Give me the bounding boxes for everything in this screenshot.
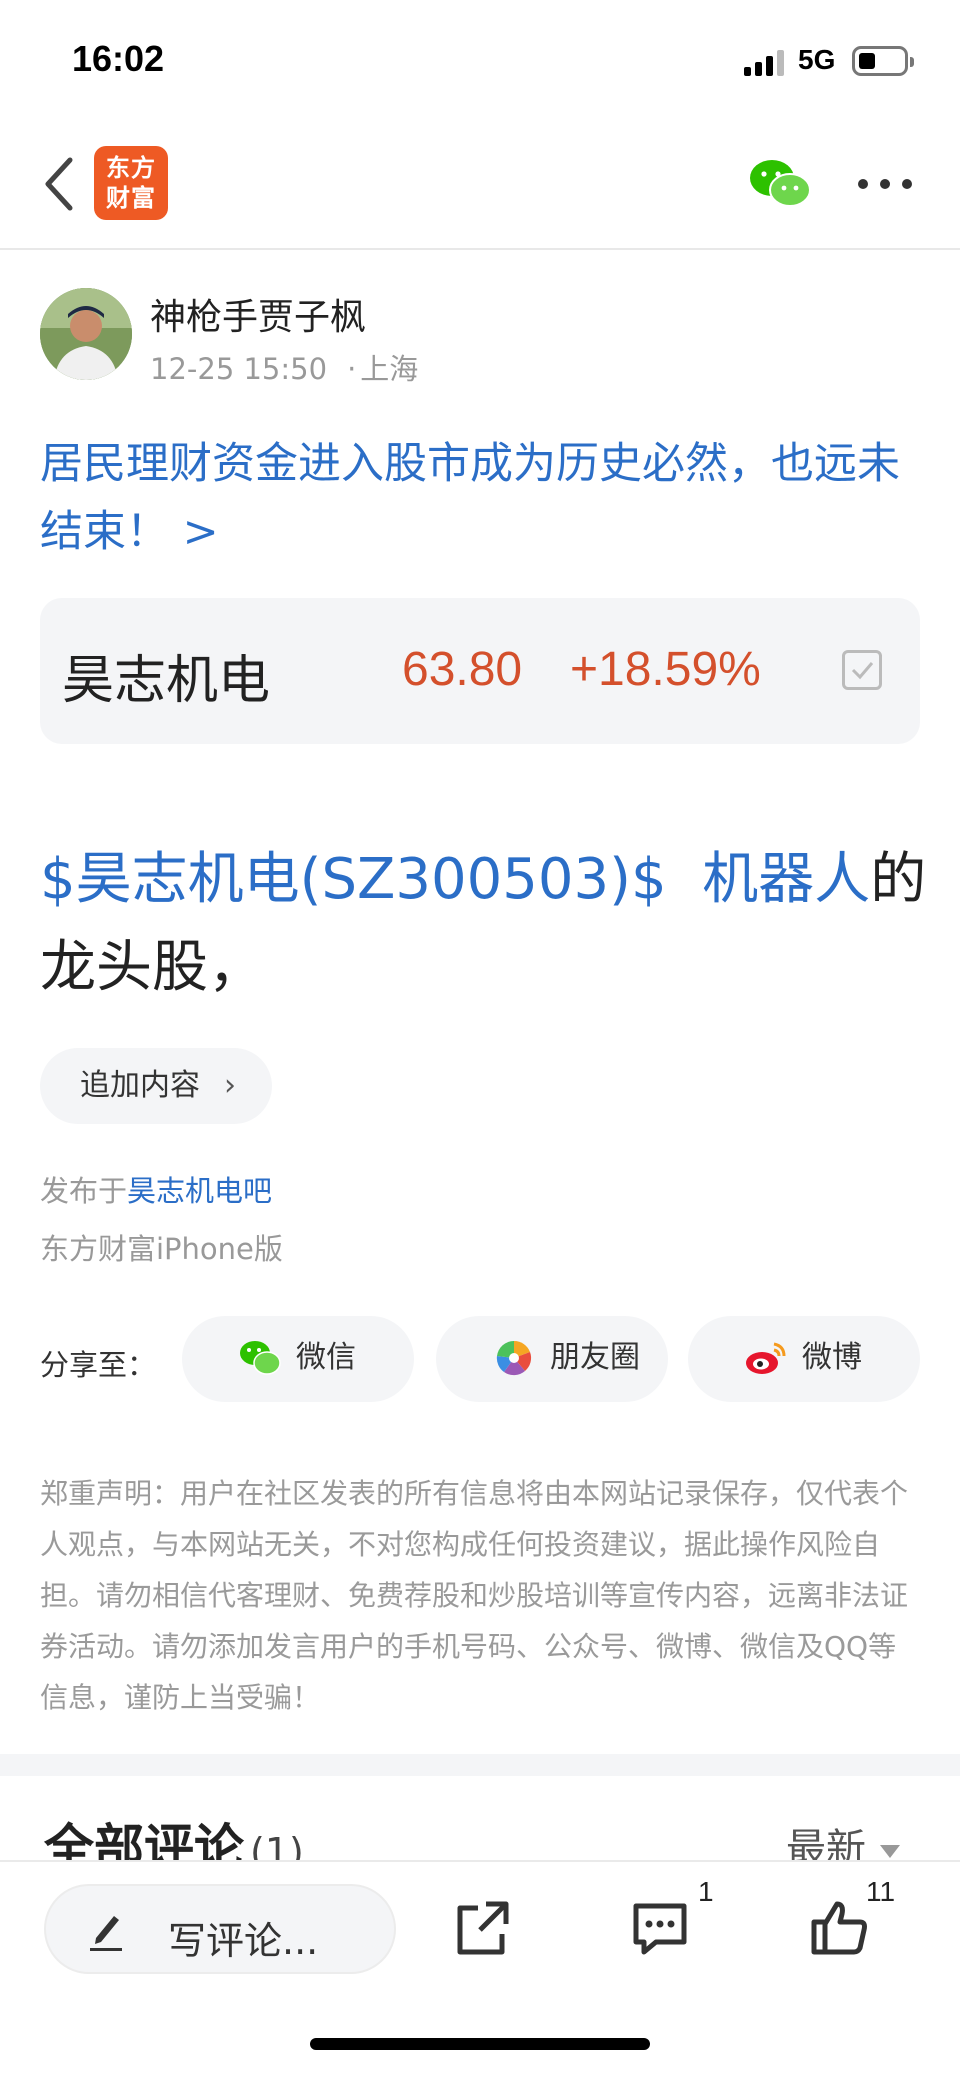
post-content: $昊志机电(SZ300503)$ 机器人的龙头股， <box>40 836 930 1012</box>
stock-link[interactable]: $昊志机电(SZ300503)$ <box>40 847 667 912</box>
avatar[interactable] <box>40 288 132 380</box>
share-label: 分享至： <box>40 1348 157 1382</box>
append-content-button[interactable]: 追加内容 › <box>40 1048 272 1124</box>
logo-text-bottom: 财富 <box>106 184 156 212</box>
append-content-label: 追加内容 <box>80 1068 200 1103</box>
weibo-icon <box>746 1342 786 1374</box>
comment-input[interactable]: 写评论... <box>44 1884 396 1974</box>
share-weibo-label: 微博 <box>802 1340 862 1375</box>
signal-icon <box>744 48 788 76</box>
author-name[interactable]: 神枪手贾子枫 <box>150 288 366 340</box>
comment-icon[interactable] <box>630 1898 690 1958</box>
status-time: 16:02 <box>72 38 165 79</box>
like-icon[interactable] <box>810 1898 870 1958</box>
pen-icon <box>90 1916 122 1951</box>
checkbox-icon[interactable] <box>842 650 882 690</box>
home-indicator <box>310 2038 650 2050</box>
back-icon[interactable] <box>38 154 82 214</box>
bottom-toolbar: 写评论... 1 11 <box>0 1860 960 2079</box>
post-title[interactable]: 居民理财资金进入股市成为历史必然，也远未结束！ > <box>40 430 920 566</box>
more-icon[interactable] <box>858 176 914 192</box>
comment-count-badge: 1 <box>698 1876 714 1907</box>
publish-info: 发布于昊志机电吧 <box>40 1168 272 1210</box>
disclaimer: 郑重声明：用户在社区发表的所有信息将由本网站记录保存，仅代表个人观点，与本网站无… <box>40 1477 909 1714</box>
nav-bar: 东方 财富 <box>0 120 960 250</box>
stock-price: 63.80 <box>402 643 523 696</box>
network-type: 5G <box>798 44 836 75</box>
section-divider <box>0 1754 960 1776</box>
status-bar: 16:02 5G <box>0 0 960 120</box>
chevron-right-icon: › <box>224 1068 236 1103</box>
wechat-icon[interactable] <box>748 158 812 210</box>
share-moments-button[interactable]: 朋友圈 <box>436 1316 668 1402</box>
topic-link[interactable]: 机器人 <box>702 847 870 912</box>
share-wechat-label: 微信 <box>296 1340 356 1375</box>
moments-icon <box>496 1340 532 1376</box>
post-time: 12-25 15:50 <box>150 352 328 386</box>
share-icon[interactable] <box>452 1898 512 1958</box>
stock-bar-link[interactable]: 昊志机电吧 <box>127 1174 272 1208</box>
post-meta: 12-25 15:50 · 上海 <box>150 346 418 388</box>
battery-icon <box>852 46 914 76</box>
share-moments-label: 朋友圈 <box>550 1340 640 1375</box>
share-weibo-button[interactable]: 微博 <box>688 1316 920 1402</box>
app-logo: 东方 财富 <box>94 146 168 220</box>
wechat-icon <box>240 1341 281 1375</box>
stock-change: +18.59% <box>570 643 761 696</box>
meta-separator: · <box>347 352 357 386</box>
like-count-badge: 11 <box>866 1876 896 1907</box>
publish-prefix: 发布于 <box>40 1174 128 1208</box>
triangle-down-icon <box>880 1844 900 1858</box>
stock-name: 昊志机电 <box>62 651 271 711</box>
client-info: 东方财富iPhone版 <box>40 1232 283 1266</box>
stock-card[interactable]: 昊志机电 63.80 +18.59% <box>40 598 920 744</box>
comment-placeholder: 写评论... <box>168 1919 319 1963</box>
share-wechat-button[interactable]: 微信 <box>182 1316 414 1402</box>
logo-text-top: 东方 <box>106 154 156 182</box>
post-location: 上海 <box>360 352 419 386</box>
